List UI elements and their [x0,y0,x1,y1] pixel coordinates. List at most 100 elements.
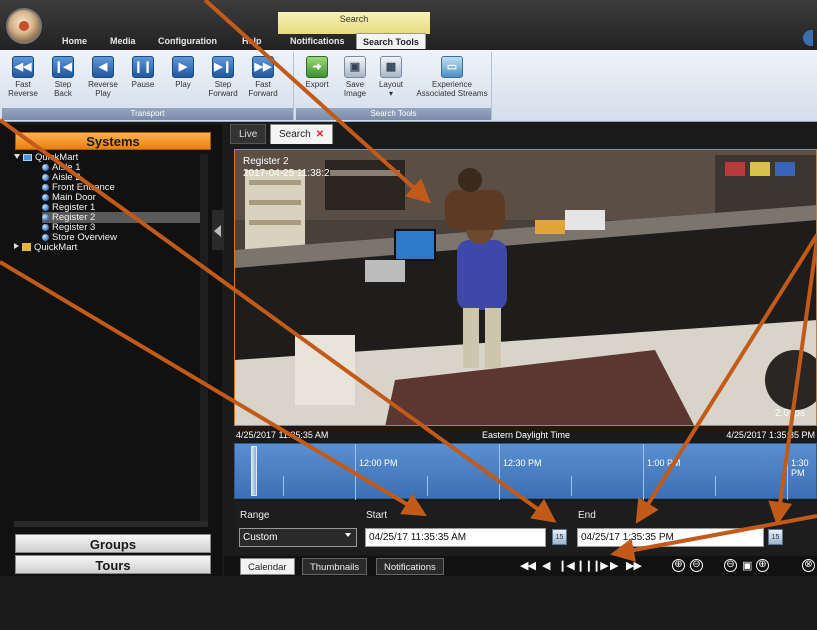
left-panel: Systems QuickMart Aisle 1 Aisle 2 Front … [0,124,222,576]
chevron-down-icon [345,533,351,537]
next-event-icon[interactable]: ⊕ [756,559,769,572]
tab-media[interactable]: Media [104,33,142,49]
start-datetime-input[interactable]: 04/25/17 11:35:35 AM [365,528,546,547]
timeline-tick-label: 1:00 PM [647,458,681,468]
camera-icon [42,164,49,171]
timeline-start: 4/25/2017 11:35:35 AM [236,430,329,440]
tab-notifications-bottom[interactable]: Notifications [376,558,444,575]
pause-small-icon[interactable]: ❙❙ [576,559,593,572]
contextual-tab-group-label: Search [339,14,369,24]
camera-icon [42,174,49,181]
end-label: End [578,510,596,521]
tab-configuration[interactable]: Configuration [152,33,223,49]
pause-icon: ❙❙ [132,56,154,78]
site-icon [23,154,32,161]
end-datetime-input[interactable]: 04/25/17 1:35:35 PM [577,528,764,547]
tab-calendar[interactable]: Calendar [240,558,295,575]
app-logo-icon[interactable] [6,8,42,44]
reverse-play-label: Reverse Play [88,80,118,98]
save-image-button[interactable]: ▣ Save Image [336,56,374,108]
timeline-track[interactable]: 12:00 PM 12:30 PM 1:00 PM 1:30 PM [234,443,817,500]
play-label: Play [175,80,191,89]
camera-icon [42,214,49,221]
fast-reverse-button[interactable]: ◀◀ Fast Reverse [4,56,42,108]
video-image: Register 2 2017-04-25 11:38:2 2.0 fps [235,150,816,425]
timeline-minor-tick [715,476,716,496]
tree-horizontal-scrollbar[interactable] [14,521,208,527]
timeline-tick-label: 1:30 PM [791,458,809,478]
zoom-out-icon[interactable]: ⊖ [690,559,703,572]
camera-icon [42,234,49,241]
fast-forward-button[interactable]: ▶▶ Fast Forward [244,56,282,108]
tab-live[interactable]: Live [230,124,267,144]
tab-notifications[interactable]: Notifications [284,33,351,49]
tab-help[interactable]: Help [236,33,268,49]
tab-home[interactable]: Home [56,33,93,49]
camera-name-overlay: Register 2 [243,156,289,167]
reverse-play-button[interactable]: ◀ Reverse Play [84,56,122,108]
groups-button[interactable]: Groups [15,534,211,553]
save-image-label: Save Image [343,80,367,98]
associated-streams-label: Experience Associated Streams [416,80,488,98]
timeline-major-tick [499,444,500,500]
search-tools-group-label: Search Tools [296,108,491,120]
tab-thumbnails[interactable]: Thumbnails [302,558,368,575]
step-forward-button[interactable]: ▶❙ Step Forward [204,56,242,108]
previous-event-icon[interactable]: ⊖ [724,559,737,572]
range-dropdown[interactable]: Custom [239,528,357,547]
fast-reverse-label: Fast Reverse [8,80,38,98]
timeline-tick-label: 12:30 PM [503,458,542,468]
expand-icon[interactable] [14,243,19,249]
expand-icon[interactable] [14,154,20,159]
timeline-header: 4/25/2017 11:35:35 AM Eastern Daylight T… [234,429,817,441]
start-calendar-icon[interactable]: 15 [552,529,567,545]
snapshot-icon[interactable]: ▣ [742,559,752,572]
timeline-end: 4/25/2017 1:35:35 PM [726,430,815,440]
tree-folder-quickmart[interactable]: QuickMart [14,242,77,253]
end-calendar-icon[interactable]: 15 [768,529,783,545]
playhead-handle[interactable] [251,446,257,496]
step-back-button[interactable]: ❙◀ Step Back [44,56,82,108]
associated-streams-icon: ▭ [441,56,463,78]
reverse-small-icon[interactable]: ◀ [542,559,551,572]
step-forward-small-icon[interactable]: ❙▶ [592,559,609,572]
collapse-arrow-icon[interactable] [214,225,221,237]
fast-forward-label: Fast Forward [248,80,278,98]
video-player[interactable]: Register 2 2017-04-25 11:38:2 2.0 fps [234,149,817,426]
fast-forward-small-icon[interactable]: ▶▶ [626,559,642,572]
step-back-small-icon[interactable]: ❙◀ [558,559,575,572]
search-tools-group: ➜ Export ▣ Save Image ▦ Layout ▾ ▭ Experienc… [296,52,492,120]
play-button[interactable]: ▶ Play [164,56,202,108]
range-controls: Range Custom Start 04/25/17 11:35:35 AM … [234,502,817,554]
export-button[interactable]: ➜ Export [298,56,336,108]
tab-search-tools[interactable]: Search Tools [356,33,426,49]
bottom-toolbar: Calendar Thumbnails Notifications ◀◀ ◀ ❙… [224,556,817,576]
pause-button[interactable]: ❙❙ Pause [124,56,162,108]
save-image-icon: ▣ [344,56,366,78]
timeline-major-tick [355,444,356,500]
title-bar: Search Home Media Configuration Help Not… [0,0,817,50]
contextual-tab-group: Search [278,12,430,34]
systems-header[interactable]: Systems [15,132,211,150]
zoom-in-icon[interactable]: ⊕ [672,559,685,572]
associated-streams-button[interactable]: ▭ Experience Associated Streams [414,56,490,108]
timeline: 4/25/2017 11:35:35 AM Eastern Daylight T… [234,429,817,501]
export-icon: ➜ [306,56,328,78]
play-icon: ▶ [172,56,194,78]
fps-overlay: 2.0 fps [775,408,805,419]
play-small-icon[interactable]: ▶ [610,559,619,572]
reverse-play-icon: ◀ [92,56,114,78]
fast-reverse-small-icon[interactable]: ◀◀ [520,559,536,572]
close-icon[interactable]: ✕ [316,129,324,140]
tours-button[interactable]: Tours [15,555,211,574]
layout-icon: ▦ [380,56,402,78]
layout-button[interactable]: ▦ Layout ▾ [372,56,410,108]
help-icon[interactable] [803,30,813,46]
transport-group-label: Transport [2,108,293,120]
step-forward-label: Step Forward [208,80,238,98]
tree-label: QuickMart [34,242,78,253]
options-icon[interactable]: ⊗ [802,559,815,572]
tab-search[interactable]: Search ✕ [270,124,334,144]
tree-vertical-scrollbar[interactable] [200,154,208,524]
transport-group: ◀◀ Fast Reverse ❙◀ Step Back ◀ Reverse Play… [2,52,294,120]
